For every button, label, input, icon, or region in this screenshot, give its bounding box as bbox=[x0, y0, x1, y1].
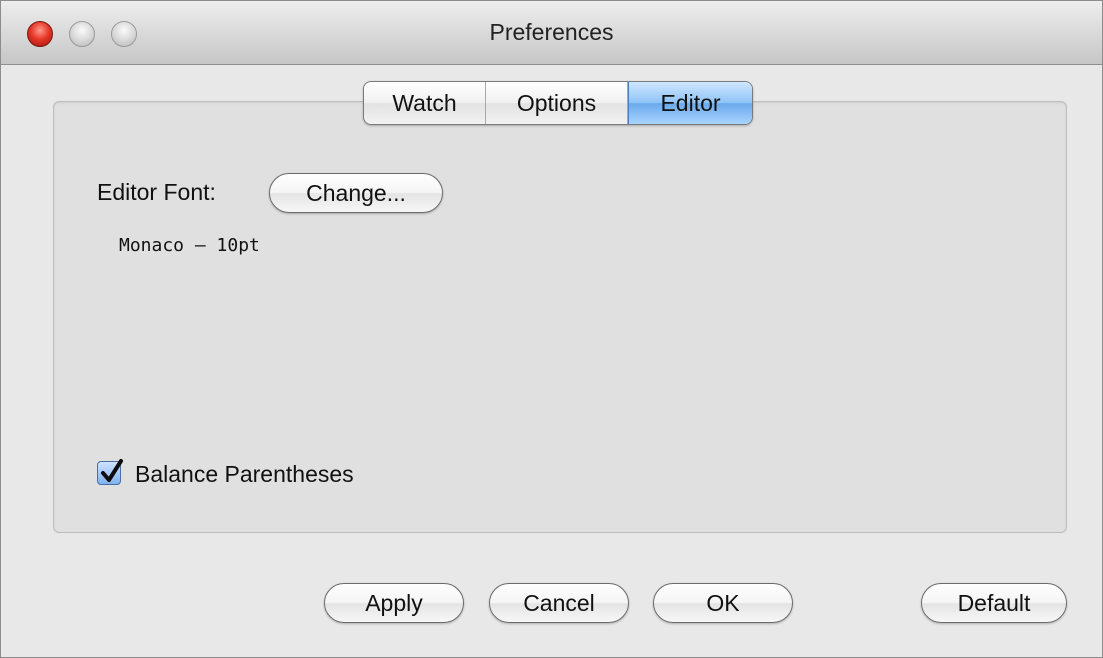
ok-button[interactable]: OK bbox=[653, 583, 793, 623]
editor-font-label: Editor Font: bbox=[97, 179, 216, 205]
tab-editor[interactable]: Editor bbox=[628, 82, 752, 124]
tab-watch[interactable]: Watch bbox=[364, 82, 486, 124]
balance-parentheses-label[interactable]: Balance Parentheses bbox=[135, 461, 354, 488]
window-title: Preferences bbox=[489, 19, 614, 45]
balance-parentheses-checkbox[interactable] bbox=[97, 459, 123, 485]
tab-bar: Watch Options Editor bbox=[363, 81, 753, 125]
change-font-button[interactable]: Change... bbox=[269, 173, 443, 213]
tab-options[interactable]: Options bbox=[486, 82, 628, 124]
default-button[interactable]: Default bbox=[921, 583, 1067, 623]
current-font-value: Monaco – 10pt bbox=[119, 235, 260, 256]
checkmark-icon bbox=[101, 459, 123, 482]
cancel-button[interactable]: Cancel bbox=[489, 583, 629, 623]
apply-button[interactable]: Apply bbox=[324, 583, 464, 623]
preferences-window: Preferences Watch Options Editor Editor … bbox=[0, 0, 1103, 658]
title-bar[interactable]: Preferences bbox=[1, 1, 1102, 65]
